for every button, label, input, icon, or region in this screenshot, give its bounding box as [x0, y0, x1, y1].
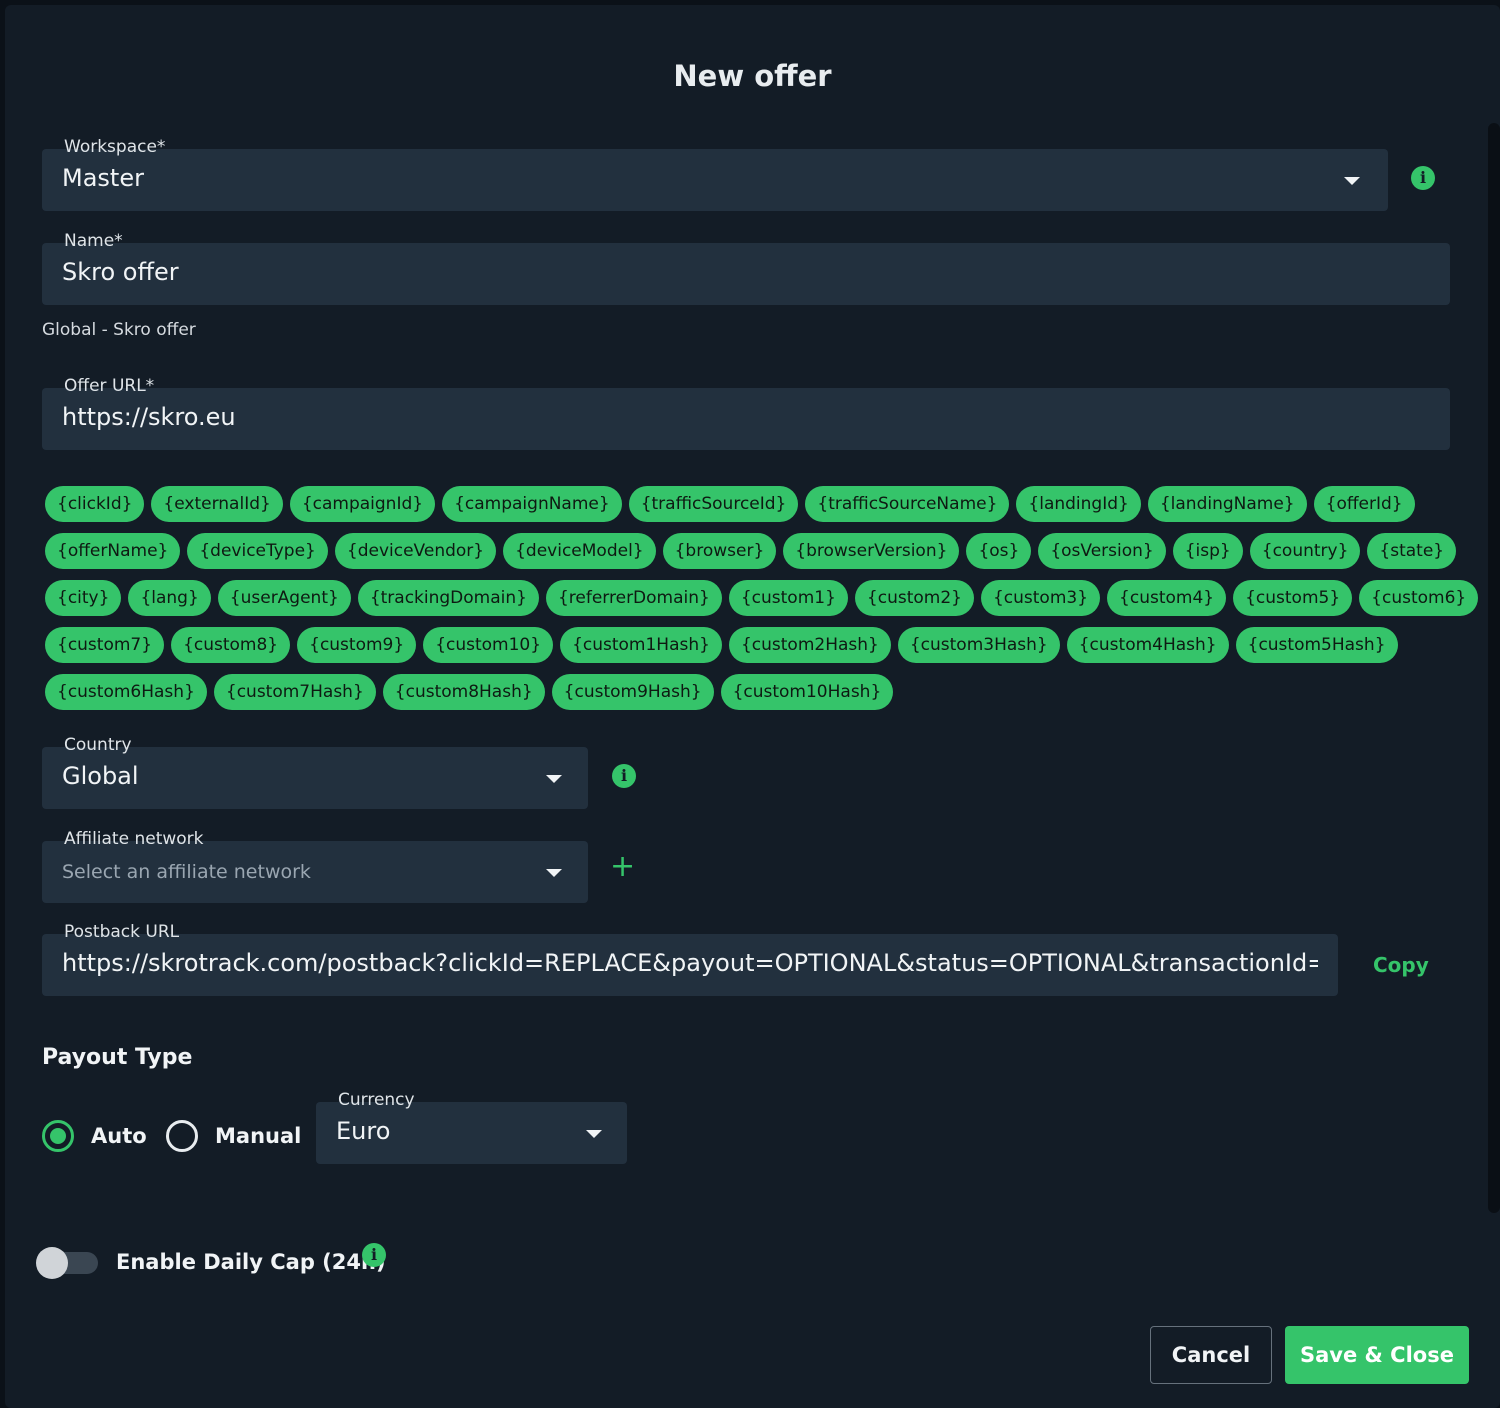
token-chip[interactable]: {offerName}: [45, 533, 181, 569]
token-chip[interactable]: {landingId}: [1016, 486, 1141, 522]
cancel-button[interactable]: Cancel: [1150, 1326, 1272, 1384]
postback-url-value: https://skrotrack.com/postback?clickId=R…: [62, 949, 1318, 977]
daily-cap-label: Enable Daily Cap (24h): [116, 1250, 386, 1274]
token-chip[interactable]: {isp}: [1172, 533, 1243, 569]
token-chip[interactable]: {browser}: [662, 533, 777, 569]
token-chip[interactable]: {custom5}: [1233, 580, 1353, 616]
token-chip[interactable]: {trackingDomain}: [357, 580, 539, 616]
postback-url-label: Postback URL: [64, 922, 180, 942]
token-chip[interactable]: {deviceModel}: [503, 533, 656, 569]
chevron-down-icon: [1344, 177, 1360, 185]
token-chip[interactable]: {custom7Hash}: [213, 674, 376, 710]
offer-url-field[interactable]: Offer URL* https://skro.eu: [42, 376, 1450, 450]
daily-cap-toggle[interactable]: [36, 1247, 98, 1279]
affiliate-network-select[interactable]: Affiliate network Select an affiliate ne…: [42, 829, 588, 903]
token-chip[interactable]: {custom4Hash}: [1066, 627, 1229, 663]
affiliate-network-placeholder: Select an affiliate network: [62, 861, 311, 883]
token-chip[interactable]: {custom7}: [45, 627, 165, 663]
payout-manual-radio[interactable]: [166, 1120, 198, 1152]
token-row: {custom7} {custom8} {custom9} {custom10} {cu…: [45, 627, 1445, 663]
currency-select[interactable]: Currency Euro: [316, 1090, 627, 1164]
token-chip[interactable]: {userAgent}: [217, 580, 351, 616]
chevron-down-icon: [546, 775, 562, 783]
new-offer-modal: New offer Workspace* Master i Name* Skro…: [5, 5, 1500, 1408]
currency-value: Euro: [336, 1117, 391, 1145]
token-chip[interactable]: {state}: [1367, 533, 1457, 569]
token-chip[interactable]: {custom3Hash}: [897, 627, 1060, 663]
country-label: Country: [64, 735, 132, 755]
token-chip[interactable]: {custom10Hash}: [720, 674, 894, 710]
copy-postback-button[interactable]: Copy: [1373, 953, 1429, 977]
token-row: {city} {lang} {userAgent} {trackingDomain}{…: [45, 580, 1479, 616]
chevron-down-icon: [586, 1130, 602, 1138]
token-chip[interactable]: {offerId}: [1313, 486, 1415, 522]
token-chip[interactable]: {custom4}: [1107, 580, 1227, 616]
token-row: {offerName} {deviceType} {deviceVendor} {de…: [45, 533, 1457, 569]
token-chip[interactable]: {trafficSourceName}: [805, 486, 1010, 522]
affiliate-network-label: Affiliate network: [64, 829, 204, 849]
token-chip[interactable]: {deviceType}: [187, 533, 328, 569]
token-chip[interactable]: {custom10}: [423, 627, 554, 663]
chevron-down-icon: [546, 869, 562, 877]
toggle-knob: [36, 1247, 68, 1279]
modal-title: New offer: [673, 59, 832, 93]
token-chip[interactable]: {custom6}: [1359, 580, 1479, 616]
token-chip[interactable]: {custom8Hash}: [382, 674, 545, 710]
token-chip[interactable]: {custom2}: [854, 580, 974, 616]
offer-url-value: https://skro.eu: [62, 403, 236, 431]
postback-url-field[interactable]: Postback URL https://skrotrack.com/postb…: [42, 922, 1338, 996]
workspace-value: Master: [62, 164, 144, 192]
token-row: {custom6Hash} {custom7Hash} {custom8Hash}{…: [45, 674, 1445, 710]
token-chip[interactable]: {custom2Hash}: [728, 627, 891, 663]
token-chip[interactable]: {custom1}: [728, 580, 848, 616]
token-chip[interactable]: {campaignId}: [289, 486, 436, 522]
token-chip[interactable]: {custom3}: [980, 580, 1101, 616]
currency-label: Currency: [338, 1090, 415, 1110]
token-list: {clickId} {externalId} {campaignId} {campai…: [45, 486, 1479, 721]
token-chip[interactable]: {city}: [45, 580, 122, 616]
token-row: {clickId} {externalId} {campaignId} {campai…: [45, 486, 1445, 522]
token-chip[interactable]: {custom8}: [171, 627, 291, 663]
token-chip[interactable]: {landingName}: [1147, 486, 1307, 522]
token-chip[interactable]: {clickId}: [45, 486, 145, 522]
token-chip[interactable]: {country}: [1249, 533, 1361, 569]
offer-url-label: Offer URL*: [64, 376, 155, 396]
token-chip[interactable]: {trafficSourceId}: [628, 486, 799, 522]
token-chip[interactable]: {externalId}: [151, 486, 283, 522]
name-value: Skro offer: [62, 258, 179, 286]
token-chip[interactable]: {custom9}: [297, 627, 417, 663]
payout-type-title: Payout Type: [42, 1045, 193, 1070]
payout-manual-label[interactable]: Manual: [215, 1124, 301, 1148]
name-hint: Global - Skro offer: [42, 320, 196, 340]
token-chip[interactable]: {osVersion}: [1038, 533, 1166, 569]
payout-auto-radio[interactable]: [42, 1120, 74, 1152]
token-chip[interactable]: {custom1Hash}: [560, 627, 722, 663]
workspace-label: Workspace*: [64, 137, 166, 157]
scrollbar[interactable]: [1488, 123, 1500, 1213]
country-select[interactable]: Country Global: [42, 735, 588, 809]
country-info-icon[interactable]: i: [612, 764, 636, 788]
payout-auto-label[interactable]: Auto: [91, 1124, 147, 1148]
token-chip[interactable]: {referrerDomain}: [545, 580, 722, 616]
name-field[interactable]: Name* Skro offer: [42, 231, 1450, 305]
token-chip[interactable]: {campaignName}: [442, 486, 622, 522]
token-chip[interactable]: {custom5Hash}: [1235, 627, 1398, 663]
workspace-info-icon[interactable]: i: [1411, 166, 1435, 190]
workspace-select[interactable]: Workspace* Master: [42, 137, 1388, 211]
daily-cap-info-icon[interactable]: i: [362, 1243, 386, 1267]
country-value: Global: [62, 762, 139, 790]
name-label: Name*: [64, 231, 123, 251]
token-chip[interactable]: {custom9Hash}: [551, 674, 714, 710]
token-chip[interactable]: {lang}: [128, 580, 211, 616]
add-affiliate-network-plus-icon[interactable]: +: [610, 852, 635, 882]
token-chip[interactable]: {deviceVendor}: [334, 533, 497, 569]
save-close-button[interactable]: Save & Close: [1285, 1326, 1469, 1384]
token-chip[interactable]: {custom6Hash}: [45, 674, 207, 710]
token-chip[interactable]: {browserVersion}: [783, 533, 960, 569]
token-chip[interactable]: {os}: [966, 533, 1032, 569]
